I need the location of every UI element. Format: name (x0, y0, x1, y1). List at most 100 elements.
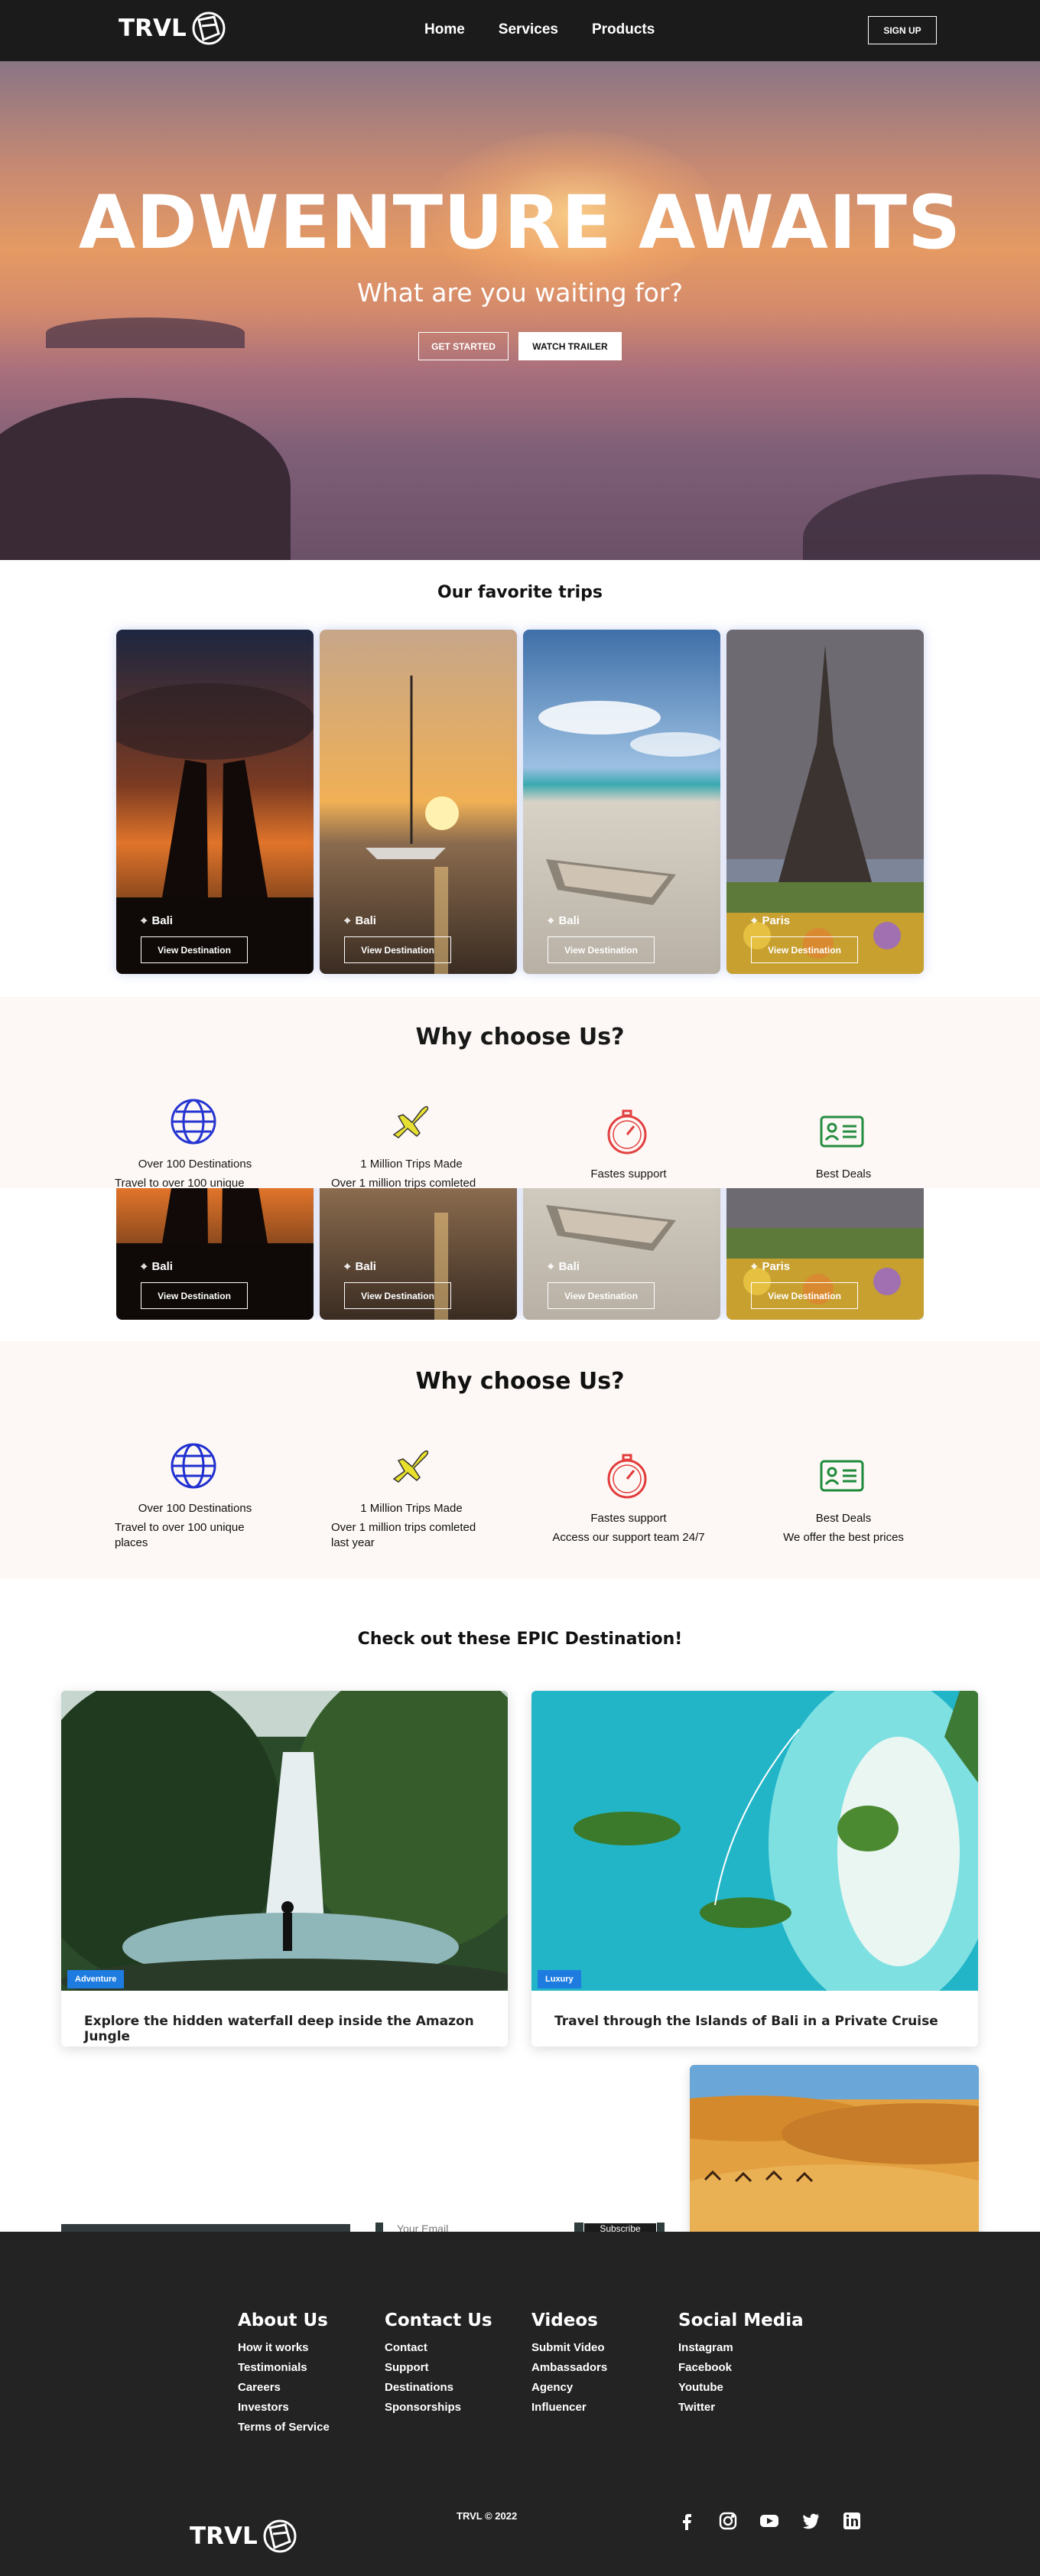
card-location-label: Bali (558, 914, 580, 927)
airplane-icon (392, 1106, 429, 1138)
card-location: ⌖ Bali (548, 914, 580, 927)
epic-title: Check out these EPIC Destination! (357, 1630, 683, 1649)
pin-icon: ⌖ (751, 914, 758, 927)
hero-title: ADWENTURE AWAITS (78, 180, 962, 265)
view-destination-button[interactable]: View Destination (548, 936, 655, 963)
globe-icon (171, 1443, 216, 1489)
footer-col-videos: Videos Submit Video Ambassadors Agency I… (531, 2311, 607, 2421)
card-location-label: Bali (355, 914, 376, 927)
pin-icon: ⌖ (548, 914, 554, 927)
epic-card-islands[interactable]: Luxury Travel through the Islands of Bal… (531, 1691, 978, 2047)
trip-card-paris[interactable]: ⌖ Paris View Destination (726, 1188, 924, 1320)
footer-link[interactable]: Terms of Service (238, 2421, 330, 2434)
trip-card-paris[interactable]: ⌖ Paris View Destination (726, 630, 924, 974)
trip-card-beach-boat[interactable]: ⌖ Bali View Destination (523, 1188, 720, 1320)
card-location: ⌖ Bali (548, 1260, 580, 1273)
footer-link[interactable]: Ambassadors (531, 2361, 607, 2374)
footer-heading: Videos (531, 2311, 598, 2330)
card-location-label: Paris (762, 914, 791, 927)
card-location: ⌖ Bali (141, 914, 173, 927)
view-destination-button[interactable]: View Destination (141, 1282, 248, 1309)
get-started-button[interactable]: GET STARTED (418, 332, 509, 360)
hero-subtitle: What are you waiting for? (357, 278, 683, 308)
footer-link[interactable]: How it works (238, 2341, 330, 2354)
card-location-label: Bali (151, 1260, 173, 1273)
view-destination-button[interactable]: View Destination (141, 936, 248, 963)
card-location-label: Bali (558, 1260, 580, 1273)
brand-name: TRVL (190, 2522, 258, 2550)
footer-link[interactable]: Influencer (531, 2401, 607, 2414)
hero-section: ADWENTURE AWAITS What are you waiting fo… (0, 61, 1040, 560)
card-location-label: Bali (151, 914, 173, 927)
trip-card-bali-gate[interactable]: ⌖ Bali View Destination (116, 1188, 314, 1320)
view-destination-button[interactable]: View Destination (751, 936, 858, 963)
trip-card-bali-gate[interactable]: ⌖ Bali View Destination (116, 630, 314, 974)
copyright-text: TRVL © 2022 (457, 2510, 518, 2522)
pin-icon: ⌖ (141, 914, 148, 927)
trip-card-sailboat[interactable]: ⌖ Bali View Destination (320, 630, 517, 974)
epic-card-waterfall[interactable]: Adventure Explore the hidden waterfall d… (61, 1691, 508, 2047)
nav-services-link[interactable]: Services (499, 21, 558, 38)
card-location-label: Bali (355, 1260, 376, 1273)
globe-logo-icon (192, 11, 226, 45)
footer-col-about: About Us How it works Testimonials Caree… (238, 2311, 330, 2441)
card-location-label: Paris (762, 1260, 791, 1273)
stopwatch-icon (607, 1109, 647, 1154)
brand-logo[interactable]: TRVL (119, 11, 226, 46)
epic-card-title[interactable]: Explore the hidden waterfall deep inside… (84, 2014, 508, 2044)
feature-desc: We offer the best prices (783, 1531, 904, 1544)
globe-icon (171, 1099, 216, 1145)
twitter-icon[interactable] (801, 2511, 821, 2531)
pin-icon: ⌖ (344, 1260, 351, 1273)
feature-title: Over 100 Destinations (138, 1158, 252, 1171)
trip-card-beach-boat[interactable]: ⌖ Bali View Destination (523, 630, 720, 974)
linkedin-icon[interactable] (842, 2511, 862, 2531)
footer-link[interactable]: Investors (238, 2401, 330, 2414)
view-destination-button[interactable]: View Destination (548, 1282, 655, 1309)
trip-card-sailboat[interactable]: ⌖ Bali View Destination (320, 1188, 517, 1320)
nav-products-link[interactable]: Products (592, 21, 655, 38)
footer-col-contact: Contact Us Contact Support Destinations … (385, 2311, 492, 2421)
airplane-icon (392, 1450, 429, 1483)
feature-desc: Travel to over 100 unique places (115, 1521, 245, 1549)
footer-link[interactable]: Twitter (678, 2401, 804, 2414)
why-section-overlay: Why choose Us? Over 100 Destinations Tra… (0, 997, 1040, 1190)
instagram-icon[interactable] (718, 2511, 738, 2531)
card-location: ⌖ Bali (344, 914, 376, 927)
feature-desc: Travel to over 100 unique (115, 1177, 245, 1190)
footer-link[interactable]: Youtube (678, 2381, 804, 2394)
view-destination-button[interactable]: View Destination (751, 1282, 858, 1309)
stopwatch-icon (607, 1454, 647, 1499)
feature-title: 1 Million Trips Made (360, 1158, 463, 1171)
category-tag[interactable]: Luxury (538, 1970, 581, 1988)
nav-home-link[interactable]: Home (424, 21, 465, 38)
footer-heading: Social Media (678, 2311, 804, 2330)
footer-link[interactable]: Submit Video (531, 2341, 607, 2354)
epic-card-desert[interactable] (690, 2065, 979, 2241)
facebook-icon[interactable] (677, 2511, 697, 2531)
feature-title: Best Deals (815, 1512, 872, 1525)
footer-link[interactable]: Facebook (678, 2361, 804, 2374)
footer-brand-logo[interactable]: TRVL (190, 2519, 297, 2554)
view-destination-button[interactable]: View Destination (344, 1282, 451, 1309)
feature-title: 1 Million Trips Made (360, 1502, 463, 1515)
brand-name: TRVL (119, 15, 187, 42)
desert-image (690, 2065, 979, 2241)
feature-title: Fastes support (590, 1168, 667, 1181)
youtube-icon[interactable] (759, 2511, 779, 2531)
footer-link[interactable]: Instagram (678, 2341, 804, 2354)
footer-link[interactable]: Careers (238, 2381, 330, 2394)
footer-heading: About Us (238, 2311, 328, 2330)
watch-trailer-button[interactable]: WATCH TRAILER (518, 332, 622, 360)
footer-link[interactable]: Sponsorships (385, 2401, 492, 2414)
footer-link[interactable]: Testimonials (238, 2361, 330, 2374)
epic-card-title[interactable]: Travel through the Islands of Bali in a … (554, 2014, 938, 2029)
footer-link[interactable]: Destinations (385, 2381, 492, 2394)
pin-icon: ⌖ (751, 1260, 758, 1273)
footer-link[interactable]: Contact (385, 2341, 492, 2354)
footer-link[interactable]: Support (385, 2361, 492, 2374)
signup-button[interactable]: SIGN UP (868, 16, 937, 44)
view-destination-button[interactable]: View Destination (344, 936, 451, 963)
category-tag[interactable]: Adventure (67, 1970, 125, 1988)
footer-link[interactable]: Agency (531, 2381, 607, 2394)
